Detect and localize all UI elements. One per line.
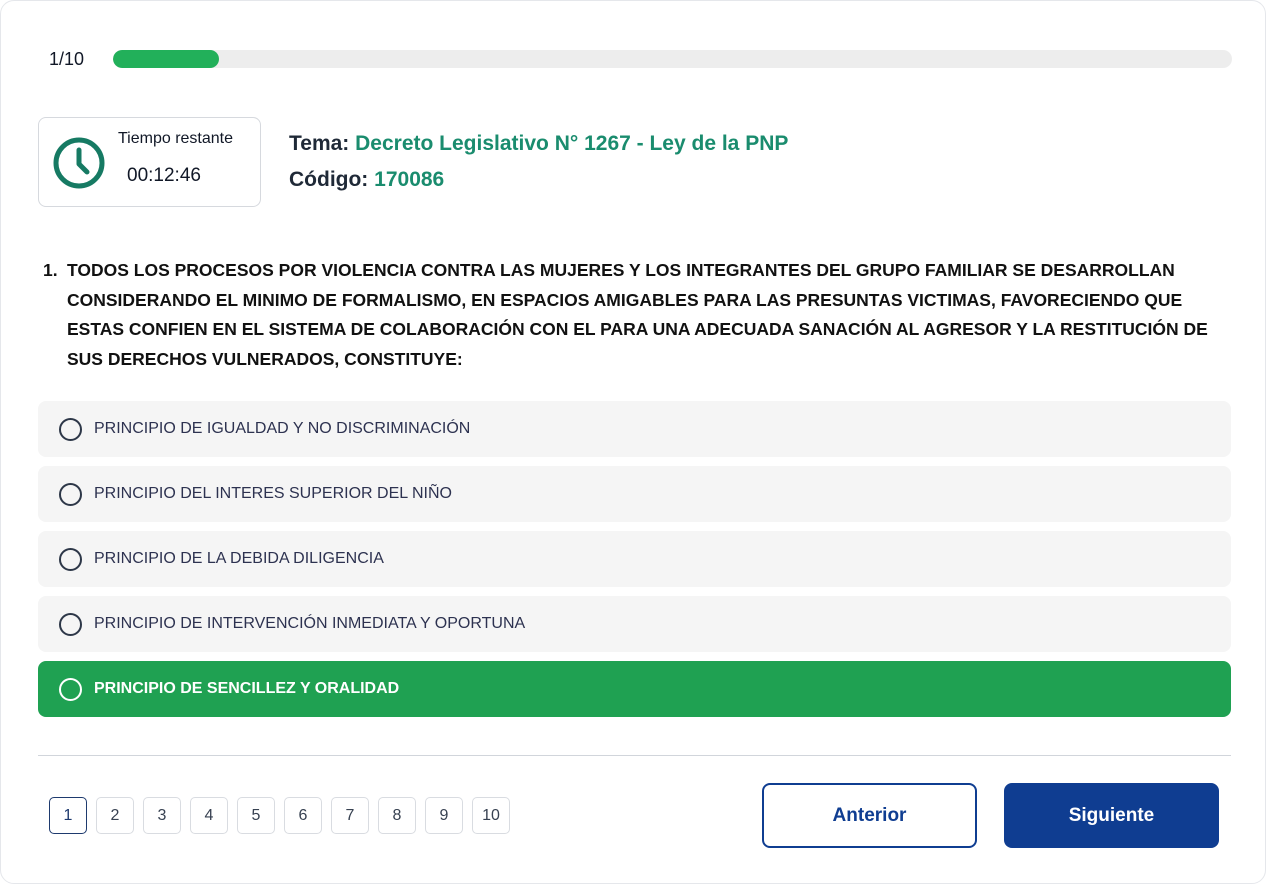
- answer-option[interactable]: PRINCIPIO DEL INTERES SUPERIOR DEL NIÑO: [38, 466, 1231, 522]
- progress-bar-fill: [113, 50, 220, 68]
- code-key: Código:: [289, 168, 369, 191]
- page-button-8[interactable]: 8: [378, 797, 416, 834]
- page-button-1[interactable]: 1: [49, 797, 87, 834]
- radio-button[interactable]: [59, 612, 82, 636]
- answer-option[interactable]: PRINCIPIO DE INTERVENCIÓN INMEDIATA Y OP…: [38, 596, 1231, 652]
- code-line: Código: 170086: [289, 168, 444, 192]
- page-button-3[interactable]: 3: [143, 797, 181, 834]
- page-button-10[interactable]: 10: [472, 797, 510, 834]
- radio-button[interactable]: [59, 417, 82, 441]
- timer-box: Tiempo restante 00:12:46: [38, 117, 261, 207]
- radio-button[interactable]: [59, 482, 82, 506]
- timer-value: 00:12:46: [127, 165, 201, 186]
- question: 1. TODOS LOS PROCESOS POR VIOLENCIA CONT…: [43, 256, 1233, 374]
- answer-option-label: PRINCIPIO DE IGUALDAD Y NO DISCRIMINACIÓ…: [94, 420, 471, 437]
- page-button-5[interactable]: 5: [237, 797, 275, 834]
- answer-option[interactable]: PRINCIPIO DE IGUALDAD Y NO DISCRIMINACIÓ…: [38, 401, 1231, 457]
- question-text: TODOS LOS PROCESOS POR VIOLENCIA CONTRA …: [67, 260, 1208, 369]
- question-number: 1.: [43, 260, 58, 280]
- progress-counter: 1/10: [49, 48, 85, 69]
- timer-label: Tiempo restante: [118, 130, 234, 147]
- answer-option-label: PRINCIPIO DEL INTERES SUPERIOR DEL NIÑO: [94, 485, 452, 502]
- page-button-4[interactable]: 4: [190, 797, 228, 834]
- page-button-2[interactable]: 2: [96, 797, 134, 834]
- clock-icon: [53, 137, 105, 189]
- topic-value: Decreto Legislativo N° 1267 - Ley de la …: [355, 132, 789, 155]
- progress-bar: [113, 50, 1232, 68]
- quiz-card: 1/10 Tiempo restante 00:12:46 Tema: Decr…: [0, 0, 1266, 884]
- page-button-7[interactable]: 7: [331, 797, 369, 834]
- divider: [38, 755, 1231, 756]
- answer-option-label: PRINCIPIO DE INTERVENCIÓN INMEDIATA Y OP…: [94, 615, 526, 632]
- answer-option-label: PRINCIPIO DE SENCILLEZ Y ORALIDAD: [94, 680, 400, 697]
- radio-button[interactable]: [59, 547, 82, 571]
- topic-key: Tema:: [289, 132, 350, 155]
- answer-option[interactable]: PRINCIPIO DE LA DEBIDA DILIGENCIA: [38, 531, 1231, 587]
- question-pagination: 1 2 3 4 5 6 7 8 9 10: [49, 797, 510, 834]
- code-value: 170086: [374, 168, 445, 191]
- answer-option-label: PRINCIPIO DE LA DEBIDA DILIGENCIA: [94, 550, 384, 567]
- progress-row: 1/10: [49, 47, 1233, 71]
- page-button-9[interactable]: 9: [425, 797, 463, 834]
- radio-button[interactable]: [59, 677, 82, 701]
- answer-option-selected[interactable]: PRINCIPIO DE SENCILLEZ Y ORALIDAD: [38, 661, 1231, 717]
- topic-line: Tema: Decreto Legislativo N° 1267 - Ley …: [289, 132, 788, 156]
- next-button[interactable]: Siguiente: [1004, 783, 1219, 848]
- page-button-6[interactable]: 6: [284, 797, 322, 834]
- previous-button[interactable]: Anterior: [762, 783, 977, 848]
